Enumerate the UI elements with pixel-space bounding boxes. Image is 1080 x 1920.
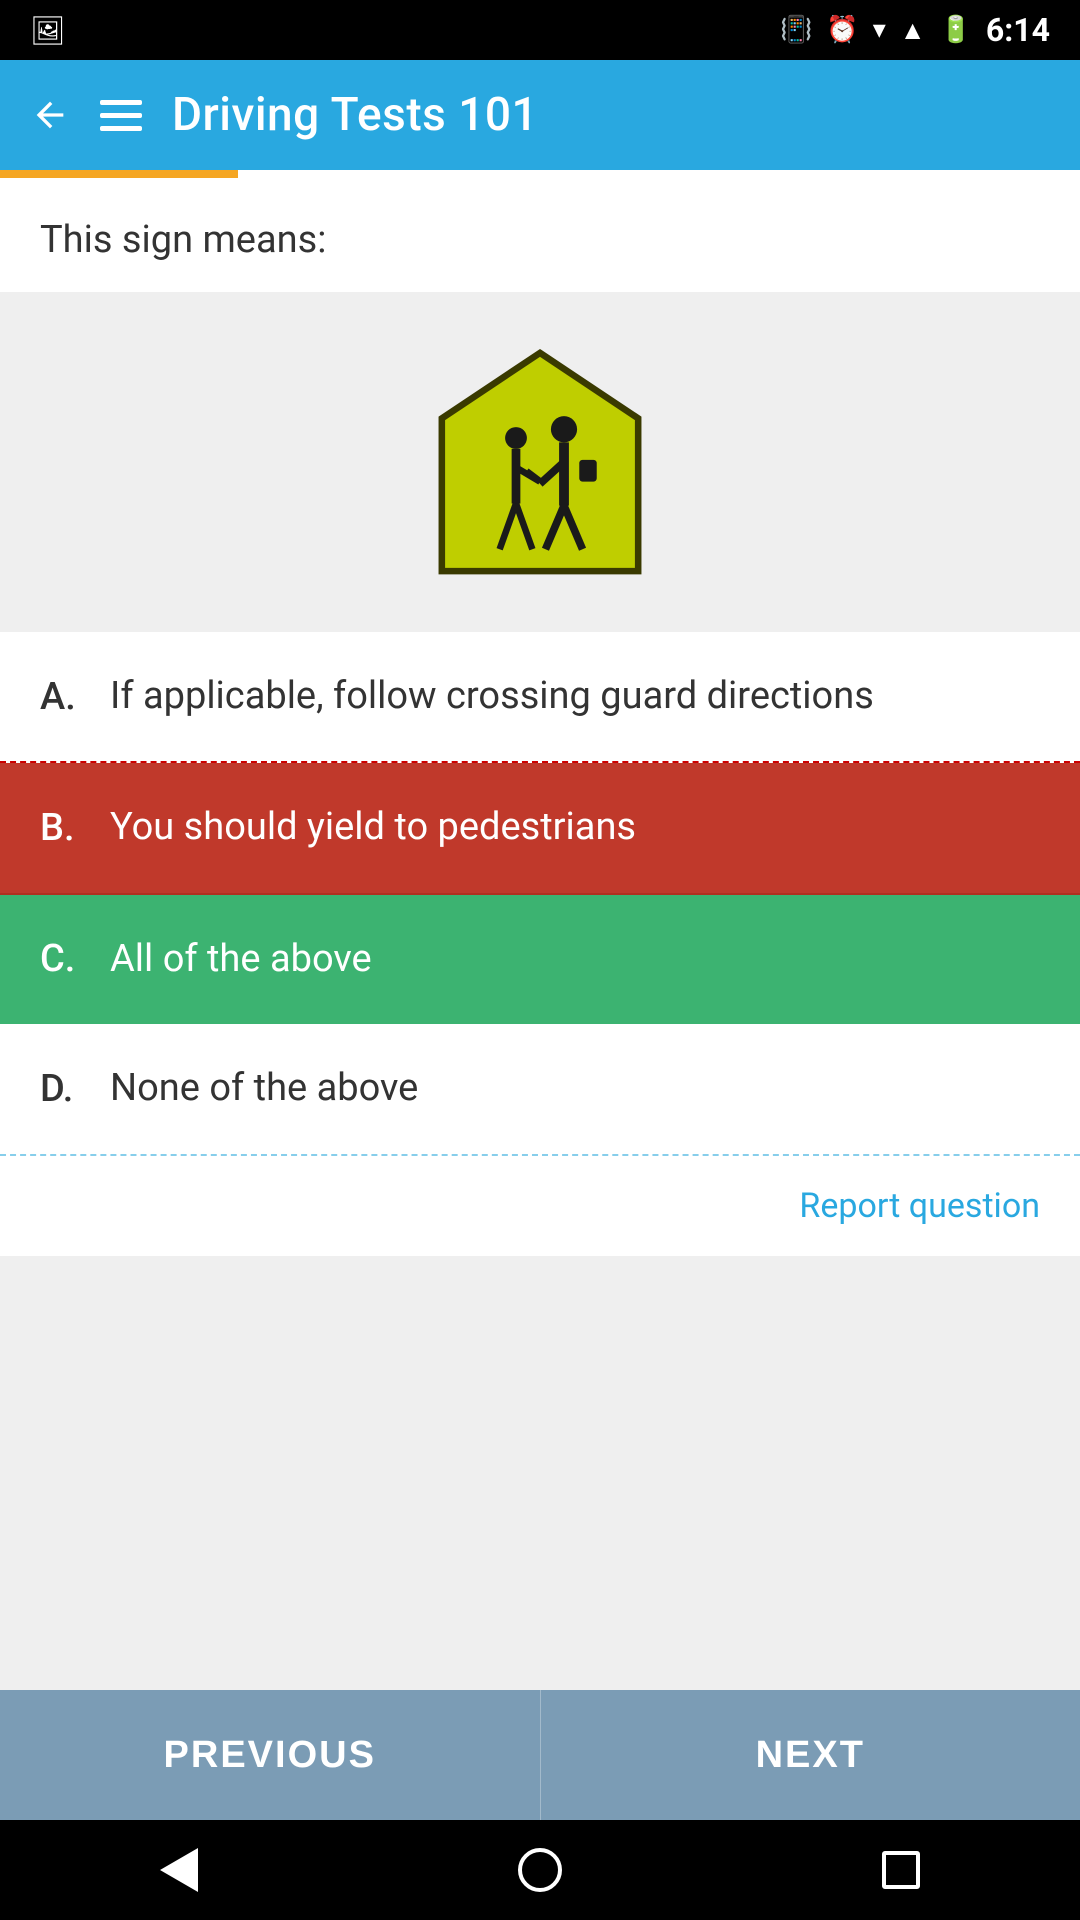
sign-image-area: [0, 292, 1080, 632]
answer-text-a: If applicable, follow crossing guard dir…: [110, 672, 874, 721]
answer-text-d: None of the above: [110, 1064, 418, 1113]
report-section: Report question: [0, 1156, 1080, 1256]
answer-option-b[interactable]: B. You should yield to pedestrians: [0, 763, 1080, 894]
wifi-icon: ▾: [873, 15, 886, 45]
answer-letter-d: D.: [40, 1067, 110, 1111]
school-crossing-sign: [420, 342, 660, 582]
answers-container: A. If applicable, follow crossing guard …: [0, 632, 1080, 1154]
back-button[interactable]: [30, 95, 70, 135]
status-bar: 🖼 📳 ⏰ ▾ ▲ 🔋 6:14: [0, 0, 1080, 60]
alarm-icon: ⏰: [826, 15, 858, 45]
question-label: This sign means:: [0, 178, 1080, 292]
next-button[interactable]: NEXT: [541, 1690, 1080, 1820]
progress-bar-fill: [0, 170, 238, 178]
vibrate-icon: 📳: [780, 15, 812, 45]
android-home-button[interactable]: [518, 1848, 562, 1892]
menu-line-2: [100, 113, 142, 118]
report-question-link[interactable]: Report question: [799, 1186, 1040, 1226]
answer-text-b: You should yield to pedestrians: [110, 803, 636, 852]
battery-icon: 🔋: [940, 15, 972, 45]
menu-line-3: [100, 126, 142, 131]
answer-letter-a: A.: [40, 675, 110, 719]
answer-option-a[interactable]: A. If applicable, follow crossing guard …: [0, 632, 1080, 763]
answer-option-d[interactable]: D. None of the above: [0, 1024, 1080, 1153]
status-time: 6:14: [986, 11, 1050, 49]
app-bar: Driving Tests 101: [0, 60, 1080, 170]
progress-bar-container: [0, 170, 1080, 178]
answer-text-c: All of the above: [110, 935, 372, 984]
image-icon: 🖼: [30, 14, 66, 47]
answer-option-c[interactable]: C. All of the above: [0, 895, 1080, 1024]
android-nav-bar: [0, 1820, 1080, 1920]
menu-line-1: [100, 100, 142, 105]
app-title: Driving Tests 101: [172, 88, 538, 142]
signal-icon: ▲: [900, 15, 926, 46]
android-back-button[interactable]: [160, 1848, 198, 1892]
main-content: This sign means: A.: [0, 178, 1080, 1690]
bottom-nav: PREVIOUS NEXT: [0, 1690, 1080, 1820]
android-recents-button[interactable]: [882, 1851, 920, 1889]
menu-button[interactable]: [100, 100, 142, 131]
content-spacer: [0, 1256, 1080, 1690]
answer-letter-c: C.: [40, 937, 110, 981]
answer-letter-b: B.: [40, 806, 110, 850]
previous-button[interactable]: PREVIOUS: [0, 1690, 541, 1820]
